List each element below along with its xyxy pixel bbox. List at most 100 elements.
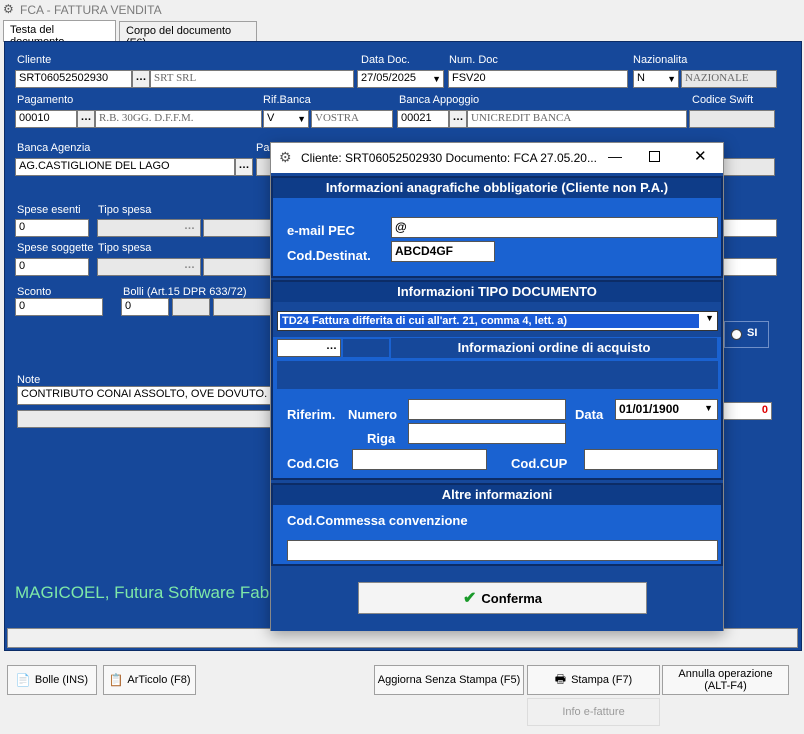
numero-label: Numero <box>348 407 398 422</box>
bolli-field-3 <box>213 298 271 316</box>
app-gear-icon: ⚙ <box>3 2 14 16</box>
cup-field[interactable] <box>584 449 718 470</box>
tipo-spesa-lookup-2[interactable]: … <box>184 259 195 271</box>
annulla-button[interactable]: Annulla operazione (ALT-F4) <box>662 665 789 695</box>
spese-soggette-field[interactable]: 0 <box>15 258 89 276</box>
banca-appoggio-lookup-button[interactable]: … <box>449 110 467 128</box>
num-doc-field[interactable]: FSV20 <box>448 70 628 88</box>
close-icon[interactable]: ✕ <box>694 147 707 165</box>
data-doc-label: Data Doc. <box>361 54 410 66</box>
total-red-field: 0 <box>722 402 772 420</box>
pagamento-label: Pagamento <box>17 94 74 106</box>
si-radio-button[interactable] <box>731 329 742 340</box>
num-doc-label: Num. Doc <box>449 54 498 66</box>
ordine-title: Informazioni ordine di acquisto <box>391 338 717 358</box>
dialog-body: Informazioni anagrafiche obbligatorie (C… <box>271 173 723 631</box>
conferma-button[interactable]: ✔ Conferma <box>358 582 647 614</box>
right-field-3[interactable] <box>722 158 775 176</box>
rif-banca-select[interactable]: V ▼ <box>263 110 309 128</box>
numero-field[interactable] <box>408 399 566 420</box>
coddest-field[interactable]: ABCD4GF <box>391 241 495 262</box>
data-picker[interactable]: 01/01/1900 ▼ <box>615 399 718 420</box>
articolo-button[interactable]: 📋 ArTicolo (F8) <box>103 665 196 695</box>
right-field-4[interactable] <box>722 219 777 237</box>
spese-esenti-field[interactable]: 0 <box>15 219 89 237</box>
sconto-field[interactable]: 0 <box>15 298 103 316</box>
commessa-label: Cod.Commessa convenzione <box>287 513 468 528</box>
pec-label: e-mail PEC <box>287 223 355 238</box>
right-field-5[interactable] <box>722 258 777 276</box>
spese-soggette-label: Spese soggette <box>17 242 94 254</box>
pagamento-desc: R.B. 30GG. D.F.F.M. <box>95 110 262 128</box>
section-tipo-documento: Informazioni TIPO DOCUMENTO TD24 Fattura… <box>271 280 723 480</box>
commessa-field[interactable] <box>287 540 718 561</box>
pec-field[interactable]: @ <box>391 217 718 238</box>
banca-agenzia-lookup-button[interactable]: … <box>235 158 253 176</box>
tipo-spesa-label-2: Tipo spesa <box>98 242 152 254</box>
bolli-field[interactable]: 0 <box>121 298 169 316</box>
ordine-spacer <box>343 339 389 357</box>
section-anagrafica-body: e-mail PEC @ Cod.Destinat. ABCD4GF <box>273 198 721 276</box>
tipo-documento-select[interactable]: TD24 Fattura differita di cui all'art. 2… <box>277 311 718 331</box>
cliente-lookup-button[interactable]: … <box>132 70 150 88</box>
aggiorna-button[interactable]: Aggiorna Senza Stampa (F5) <box>374 665 524 695</box>
brand-text: MAGICOEL, Futura Software Fabriano <box>15 583 307 602</box>
cup-label: Cod.CUP <box>511 456 568 471</box>
spese-esenti-label: Spese esenti <box>17 204 81 216</box>
tipo-spesa-label-1: Tipo spesa <box>98 204 152 216</box>
pagamento-lookup-button[interactable]: … <box>77 110 95 128</box>
ordine-list-area <box>277 361 718 389</box>
window-title: FCA - FATTURA VENDITA <box>20 3 162 17</box>
cig-field[interactable] <box>352 449 487 470</box>
pagamento-code-field[interactable]: 00010 <box>15 110 77 128</box>
coddest-label: Cod.Destinat. <box>287 248 371 263</box>
tipo-spesa-lookup-1[interactable]: … <box>184 220 195 232</box>
data-doc-picker[interactable]: 27/05/2025 ▼ <box>357 70 444 88</box>
riga-field[interactable] <box>408 423 566 444</box>
si-radio-group: SI <box>724 321 769 348</box>
banca-agenzia-field[interactable]: AG.CASTIGLIONE DEL LAGO <box>15 158 235 176</box>
chevron-down-icon: ▼ <box>704 403 713 413</box>
ordine-type-select[interactable]: … <box>277 339 341 357</box>
data-value: 01/01/1900 <box>619 402 680 416</box>
dialog-gear-icon: ⚙ <box>279 149 292 165</box>
note-field[interactable]: CONTRIBUTO CONAI ASSOLTO, OVE DOVUTO. <box>17 386 271 405</box>
dialog-titlebar: ⚙ Cliente: SRT06052502930 Documento: FCA… <box>271 143 723 173</box>
banca-appoggio-label: Banca Appoggio <box>399 94 480 106</box>
banca-appoggio-code-field[interactable]: 00021 <box>397 110 449 128</box>
client-info-dialog: ⚙ Cliente: SRT06052502930 Documento: FCA… <box>270 142 724 631</box>
section-anagrafica-title: Informazioni anagrafiche obbligatorie (C… <box>273 178 721 198</box>
section-altre-informazioni: Altre informazioni Cod.Commessa convenzi… <box>271 483 723 566</box>
minimize-icon[interactable]: — <box>608 148 622 164</box>
nazionalita-select[interactable]: N ▼ <box>633 70 679 88</box>
rif-banca-name: VOSTRA <box>311 110 393 128</box>
nazionalita-code: N <box>637 72 645 84</box>
sconto-label: Sconto <box>17 286 52 298</box>
document-icon: 📄 <box>15 673 31 687</box>
tab-testa[interactable]: Testa del documento <box>3 20 116 48</box>
maximize-icon[interactable] <box>649 151 660 162</box>
annulla-label-2: (ALT-F4) <box>704 680 747 692</box>
nazionalita-label: Nazionalita <box>633 54 688 66</box>
chevron-down-icon: ▼ <box>705 313 714 323</box>
nazionalita-name: NAZIONALE <box>681 70 777 88</box>
riferim-label: Riferim. <box>287 407 336 422</box>
chevron-down-icon: ▼ <box>432 74 441 84</box>
pa-label: Pa <box>256 142 270 154</box>
info-efatture-button[interactable]: Info e-fatture <box>527 698 660 726</box>
banca-appoggio-name: UNICREDIT BANCA <box>467 110 687 128</box>
cliente-label: Cliente <box>17 54 52 66</box>
riga-label: Riga <box>367 431 396 446</box>
codice-swift-field[interactable] <box>689 110 775 128</box>
bolle-button[interactable]: 📄 Bolle (INS) <box>7 665 97 695</box>
bolli-field-2 <box>172 298 210 316</box>
tab-corpo[interactable]: Corpo del documento (F6) <box>119 21 257 49</box>
articolo-button-label: ArTicolo (F8) <box>127 674 191 686</box>
section-anagrafica: Informazioni anagrafiche obbligatorie (C… <box>271 176 723 278</box>
cliente-code-field[interactable]: SRT06052502930 <box>15 70 132 88</box>
stampa-button[interactable]: 🖶 Stampa (F7) <box>527 665 660 695</box>
note-field-2[interactable] <box>17 410 271 428</box>
note-label: Note <box>17 374 41 386</box>
ordine-acquisto-panel: … Informazioni ordine di acquisto Riferi… <box>273 337 721 478</box>
stampa-button-label: Stampa (F7) <box>571 674 633 686</box>
